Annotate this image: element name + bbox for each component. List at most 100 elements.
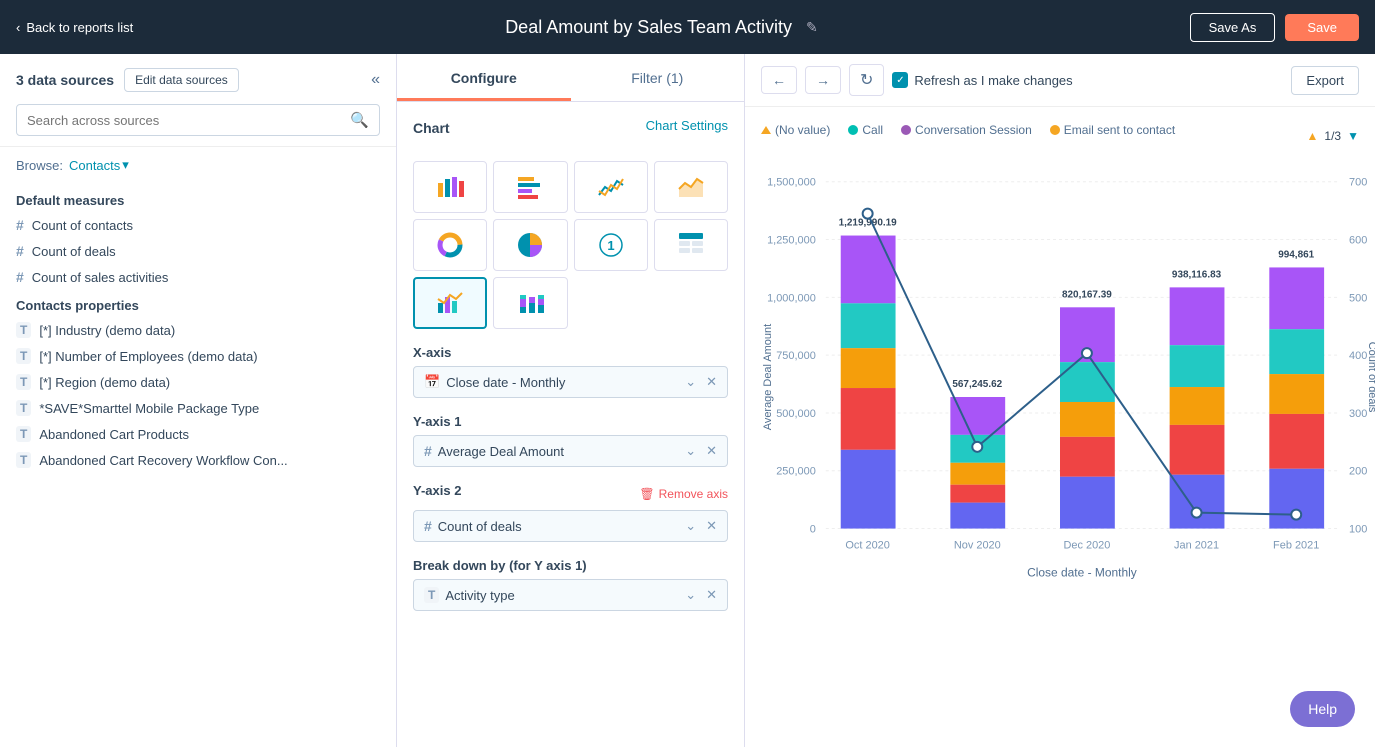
chart-type-combo[interactable] bbox=[413, 277, 487, 329]
xaxis-chevron-icon: ⌄ bbox=[685, 374, 696, 390]
svg-text:Close date - Monthly: Close date - Monthly bbox=[1027, 565, 1137, 579]
chart-type-table[interactable] bbox=[654, 219, 728, 271]
refresh-checkbox[interactable]: ✓ bbox=[892, 72, 908, 88]
yaxis2-section: Y-axis 2 🗑 Remove axis # Count of deals … bbox=[413, 483, 728, 542]
default-measures-title: Default measures bbox=[0, 185, 396, 212]
browse-chevron-icon: ▾ bbox=[122, 157, 129, 173]
browse-row: Browse: Contacts ▾ bbox=[0, 147, 396, 173]
prop-region[interactable]: T [*] Region (demo data) bbox=[0, 369, 396, 395]
browse-label: Browse: bbox=[16, 158, 63, 173]
trash-icon: 🗑 bbox=[639, 487, 654, 501]
svg-text:600: 600 bbox=[1349, 235, 1367, 247]
type-icon-abandoned-cart: T bbox=[16, 426, 31, 442]
svg-text:Jan 2021: Jan 2021 bbox=[1174, 539, 1219, 551]
svg-text:750,000: 750,000 bbox=[776, 350, 816, 362]
search-input[interactable] bbox=[27, 113, 350, 128]
breakdown-chevron-icon: ⌄ bbox=[685, 587, 696, 603]
prop-industry[interactable]: T [*] Industry (demo data) bbox=[0, 317, 396, 343]
chart-toolbar: ← → ↻ ✓ Refresh as I make changes Export bbox=[745, 54, 1375, 107]
chart-type-hbar[interactable] bbox=[493, 161, 567, 213]
xaxis-section: X-axis 📅 Close date - Monthly ⌄ ✕ bbox=[413, 345, 728, 398]
svg-text:300: 300 bbox=[1349, 408, 1367, 420]
browse-contacts-dropdown[interactable]: Contacts ▾ bbox=[69, 157, 129, 173]
legend-call-dot bbox=[848, 125, 858, 135]
prop-abandoned-cart-recovery[interactable]: T Abandoned Cart Recovery Workflow Con..… bbox=[0, 447, 396, 473]
back-button[interactable]: ‹ Back to reports list bbox=[16, 20, 133, 35]
back-label: Back to reports list bbox=[26, 20, 133, 35]
tab-filter[interactable]: Filter (1) bbox=[571, 54, 745, 101]
yaxis2-value: Count of deals bbox=[438, 519, 679, 534]
yaxis1-select[interactable]: # Average Deal Amount ⌄ ✕ bbox=[413, 435, 728, 467]
chart-settings-link[interactable]: Chart Settings bbox=[646, 118, 728, 133]
type-icon-industry: T bbox=[16, 322, 31, 338]
measure-count-deals[interactable]: # Count of deals bbox=[0, 238, 396, 264]
prop-label-smarttel: *SAVE*Smarttel Mobile Package Type bbox=[39, 401, 259, 416]
legend-no-value-icon bbox=[761, 126, 771, 134]
svg-text:500: 500 bbox=[1349, 292, 1367, 304]
remove-axis-button[interactable]: 🗑 Remove axis bbox=[639, 487, 728, 501]
breakdown-label: Break down by (for Y axis 1) bbox=[413, 558, 728, 573]
refresh-checkbox-label: ✓ Refresh as I make changes bbox=[892, 72, 1072, 88]
prop-employees[interactable]: T [*] Number of Employees (demo data) bbox=[0, 343, 396, 369]
export-button[interactable]: Export bbox=[1291, 66, 1359, 95]
chart-type-number[interactable]: 1 bbox=[574, 219, 648, 271]
svg-text:400: 400 bbox=[1349, 350, 1367, 362]
svg-text:Oct 2020: Oct 2020 bbox=[845, 539, 889, 551]
chart-type-line[interactable] bbox=[574, 161, 648, 213]
datasources-row: 3 data sources Edit data sources « bbox=[16, 68, 380, 92]
yaxis1-label: Y-axis 1 bbox=[413, 414, 728, 429]
tab-configure[interactable]: Configure bbox=[397, 54, 571, 101]
svg-text:500,000: 500,000 bbox=[776, 408, 816, 420]
collapse-sidebar-icon[interactable]: « bbox=[371, 71, 380, 89]
save-as-button[interactable]: Save As bbox=[1190, 13, 1276, 42]
measure-label-contacts: Count of contacts bbox=[32, 218, 133, 233]
yaxis2-clear-icon[interactable]: ✕ bbox=[706, 518, 717, 534]
breakdown-clear-icon[interactable]: ✕ bbox=[706, 587, 717, 603]
legend-conversation-label: Conversation Session bbox=[915, 123, 1032, 137]
pagination-down-icon[interactable]: ▼ bbox=[1347, 129, 1359, 143]
redo-button[interactable]: → bbox=[805, 66, 841, 94]
legend-call: Call bbox=[848, 123, 883, 137]
chart-type-donut[interactable] bbox=[413, 219, 487, 271]
help-button[interactable]: Help bbox=[1290, 691, 1355, 727]
svg-text:938,116.83: 938,116.83 bbox=[1172, 269, 1222, 280]
save-button[interactable]: Save bbox=[1285, 14, 1359, 41]
xaxis-select[interactable]: 📅 Close date - Monthly ⌄ ✕ bbox=[413, 366, 728, 398]
chart-section-label: Chart bbox=[413, 120, 450, 136]
chart-type-bar-stacked[interactable] bbox=[493, 277, 567, 329]
xaxis-label: X-axis bbox=[413, 345, 728, 360]
prop-label-employees: [*] Number of Employees (demo data) bbox=[39, 349, 257, 364]
remove-axis-label: Remove axis bbox=[659, 487, 728, 501]
left-sidebar: 3 data sources Edit data sources « 🔍 Bro… bbox=[0, 54, 397, 747]
tabs-row: Configure Filter (1) bbox=[397, 54, 744, 102]
yaxis1-chevron-icon: ⌄ bbox=[685, 443, 696, 459]
legend-call-label: Call bbox=[862, 123, 883, 137]
svg-text:Feb 2021: Feb 2021 bbox=[1273, 539, 1319, 551]
chart-type-area[interactable] bbox=[654, 161, 728, 213]
yaxis2-select[interactable]: # Count of deals ⌄ ✕ bbox=[413, 510, 728, 542]
measure-label-sales-activities: Count of sales activities bbox=[32, 270, 169, 285]
yaxis1-section: Y-axis 1 # Average Deal Amount ⌄ ✕ bbox=[413, 414, 728, 467]
refresh-button[interactable]: ↻ bbox=[849, 64, 884, 96]
edit-title-icon[interactable]: ✎ bbox=[806, 19, 818, 36]
yaxis1-clear-icon[interactable]: ✕ bbox=[706, 443, 717, 459]
chart-type-bar[interactable] bbox=[413, 161, 487, 213]
undo-button[interactable]: ← bbox=[761, 66, 797, 94]
hash-icon-contacts: # bbox=[16, 217, 24, 233]
legend-no-value: (No value) bbox=[761, 123, 830, 137]
panel-content: Chart Chart Settings bbox=[397, 102, 744, 747]
edit-data-sources-button[interactable]: Edit data sources bbox=[124, 68, 239, 92]
header: ‹ Back to reports list Deal Amount by Sa… bbox=[0, 0, 1375, 54]
chart-legend: (No value) Call Conversation Session Ema… bbox=[761, 123, 1175, 137]
chart-type-pie[interactable] bbox=[493, 219, 567, 271]
svg-text:Dec 2020: Dec 2020 bbox=[1063, 539, 1110, 551]
measure-count-contacts[interactable]: # Count of contacts bbox=[0, 212, 396, 238]
measure-count-sales-activities[interactable]: # Count of sales activities bbox=[0, 264, 396, 290]
breakdown-select[interactable]: T Activity type ⌄ ✕ bbox=[413, 579, 728, 611]
prop-abandoned-cart[interactable]: T Abandoned Cart Products bbox=[0, 421, 396, 447]
xaxis-clear-icon[interactable]: ✕ bbox=[706, 374, 717, 390]
prop-smarttel[interactable]: T *SAVE*Smarttel Mobile Package Type bbox=[0, 395, 396, 421]
legend-email-label: Email sent to contact bbox=[1064, 123, 1175, 137]
svg-text:Count of deals: Count of deals bbox=[1366, 342, 1375, 413]
type-icon-breakdown: T bbox=[424, 587, 439, 603]
